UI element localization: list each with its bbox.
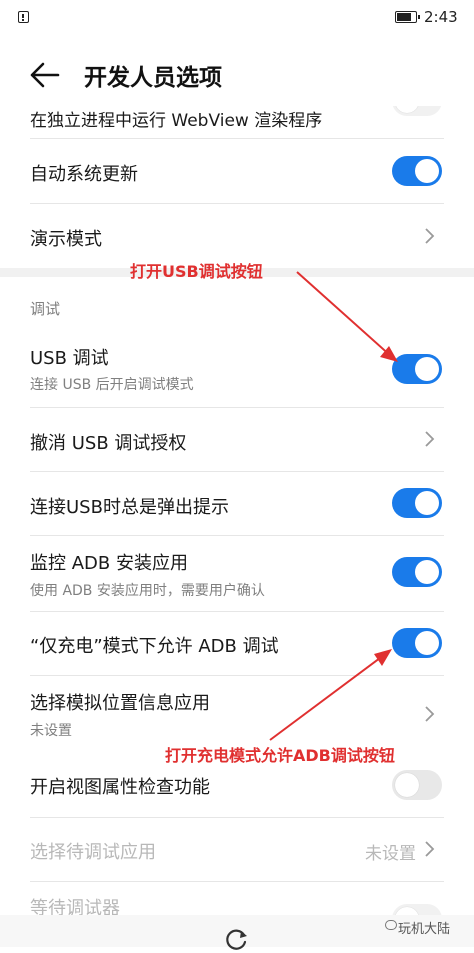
setting-debug-app[interactable]: 选择待调试应用 未设置 [30,818,442,882]
chevron-right-icon [425,431,435,447]
setting-view-attr-label: 开启视图属性检查功能 [30,777,210,798]
view-attr-toggle[interactable] [392,770,442,800]
setting-webview[interactable]: 在独立进程中运行 WebView 渲染程序 [30,106,442,138]
setting-adb-install[interactable]: 监控 ADB 安装应用 使用 ADB 安装应用时，需要用户确认 [30,536,442,612]
setting-debug-app-label: 选择待调试应用 [30,842,156,863]
setting-revoke-usb-label: 撤消 USB 调试授权 [30,433,187,454]
setting-usb-debug[interactable]: USB 调试 连接 USB 后开启调试模式 [30,332,442,408]
usb-debug-toggle[interactable] [392,354,442,384]
wait-debugger-toggle[interactable] [392,904,442,915]
chevron-right-icon [425,841,435,857]
setting-mock-location[interactable]: 选择模拟位置信息应用 未设置 [30,676,442,752]
setting-debug-app-value: 未设置 [365,844,416,864]
setting-mock-location-subtitle: 未设置 [30,723,72,739]
setting-demo-mode-label: 演示模式 [30,229,102,250]
setting-wait-debugger-label: 等待调试器 [30,898,120,915]
setting-charge-adb-label: “仅充电”模式下允许 ADB 调试 [30,636,279,657]
section-header-debug: 调试 [30,300,61,318]
chevron-right-icon [425,228,435,244]
setting-adb-install-subtitle: 使用 ADB 安装应用时，需要用户确认 [30,583,265,599]
adb-install-toggle[interactable] [392,557,442,587]
alert-icon [18,11,29,23]
annotation-charge-adb: 打开充电模式允许ADB调试按钮 [165,746,395,765]
setting-usb-prompt-label: 连接USB时总是弹出提示 [30,497,229,518]
app-header: 开发人员选项 [0,36,474,116]
setting-usb-prompt[interactable]: 连接USB时总是弹出提示 [30,472,442,536]
status-time: 2:43 [424,8,458,26]
setting-auto-update-label: 自动系统更新 [30,164,138,185]
auto-update-toggle[interactable] [392,156,442,186]
usb-prompt-toggle[interactable] [392,488,442,518]
setting-revoke-usb[interactable]: 撤消 USB 调试授权 [30,408,442,472]
page-title: 开发人员选项 [84,65,222,91]
setting-auto-update[interactable]: 自动系统更新 [30,139,442,203]
setting-mock-location-label: 选择模拟位置信息应用 [30,693,210,714]
setting-wait-debugger[interactable]: 等待调试器 [30,882,442,915]
setting-charge-adb[interactable]: “仅充电”模式下允许 ADB 调试 [30,612,442,676]
status-bar: 2:43 [0,0,474,36]
chevron-right-icon [425,706,435,722]
setting-usb-debug-subtitle: 连接 USB 后开启调试模式 [30,377,194,393]
setting-webview-label: 在独立进程中运行 WebView 渲染程序 [30,111,323,131]
setting-usb-debug-label: USB 调试 [30,348,109,369]
charge-adb-toggle[interactable] [392,628,442,658]
refresh-icon[interactable] [223,927,249,953]
battery-icon [395,11,420,23]
watermark-text: 玩机大陆 [398,922,451,937]
setting-adb-install-label: 监控 ADB 安装应用 [30,553,188,574]
webview-toggle[interactable] [392,106,442,116]
annotation-usb-debug: 打开USB调试按钮 [130,262,263,281]
back-arrow-icon[interactable] [28,60,62,90]
wechat-icon [385,920,397,930]
